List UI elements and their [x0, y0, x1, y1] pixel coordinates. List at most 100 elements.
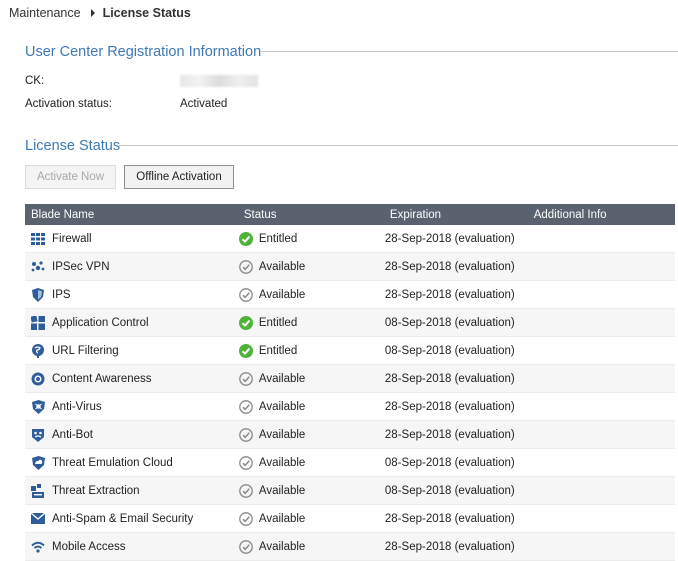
content-awareness-icon: [31, 372, 45, 386]
table-row[interactable]: Mobile Access Available 28-Sep-2018 (evalu…: [25, 532, 675, 561]
status-cell: Available: [237, 420, 384, 449]
available-check-icon: [239, 371, 253, 386]
column-header-blade-name[interactable]: Blade Name: [25, 204, 238, 225]
license-title-text: License Status: [25, 138, 121, 154]
expiration-cell: 28-Sep-2018 (evaluation): [383, 420, 528, 449]
table-row[interactable]: Anti-Bot Available 28-Sep-2018 (evaluation…: [25, 420, 675, 449]
blade-name-ips: IPS: [52, 288, 71, 301]
blade-name-anti-spam-email-security: Anti-Spam & Email Security: [52, 512, 194, 525]
table-row[interactable]: Firewall Entitled 28-Sep-2018 (evaluation): [25, 225, 675, 253]
additional-info-cell: [527, 280, 675, 309]
threat-emulation-icon: [31, 455, 45, 470]
additional-info-cell: [527, 476, 675, 505]
blade-name-cell: Anti-Bot: [25, 420, 238, 449]
breadcrumb-current: License Status: [102, 6, 191, 20]
expiration-text: 28-Sep-2018 (evaluation): [384, 288, 515, 301]
ck-label: CK:: [25, 75, 45, 87]
email-icon: [31, 512, 45, 526]
ck-value-redacted: [180, 75, 258, 87]
blade-name-application-control: Application Control: [52, 316, 149, 329]
status-text: Available: [258, 484, 306, 497]
breadcrumb-parent[interactable]: Maintenance: [9, 6, 81, 20]
status-text: Entitled: [258, 316, 298, 329]
entitled-check-icon: [238, 315, 253, 330]
ips-shield-icon: [31, 287, 45, 302]
column-header-additional-info[interactable]: Additional Info: [527, 204, 675, 225]
registration-section-title: User Center Registration Information: [25, 44, 261, 60]
additional-info-cell: [527, 532, 675, 561]
blade-name-cell: URL Filtering: [25, 336, 238, 365]
table-row[interactable]: Application Control Entitled 08-Sep-2018 (…: [25, 308, 675, 337]
blade-name-cell: IPSec VPN: [25, 252, 238, 281]
expiration-text: 28-Sep-2018 (evaluation): [384, 400, 515, 413]
expiration-cell: 28-Sep-2018 (evaluation): [383, 252, 528, 281]
anti-virus-icon: [31, 399, 45, 414]
activate-now-button[interactable]: Activate Now: [25, 165, 116, 189]
activation-status-value: Activated: [180, 98, 228, 110]
expiration-text: 08-Sep-2018 (evaluation): [384, 344, 515, 357]
status-text: Available: [258, 288, 306, 301]
table-row[interactable]: IPSec VPN Available 28-Sep-2018 (evaluatio…: [25, 252, 675, 281]
additional-info-cell: [527, 308, 675, 337]
expiration-text: 28-Sep-2018 (evaluation): [384, 260, 515, 273]
table-row[interactable]: Threat Extraction Available 08-Sep-2018 (e…: [25, 476, 675, 505]
registration-divider: [260, 51, 678, 52]
additional-info-cell: [527, 504, 675, 533]
status-cell: Entitled: [237, 336, 384, 365]
table-row[interactable]: Content Awareness Available 28-Sep-2018 (e…: [25, 364, 675, 393]
wifi-icon: [31, 540, 45, 554]
expiration-cell: 08-Sep-2018 (evaluation): [383, 336, 528, 365]
expiration-cell: 08-Sep-2018 (evaluation): [383, 448, 528, 477]
status-text: Available: [258, 456, 306, 469]
status-cell: Available: [237, 252, 384, 281]
blade-name-cell: Application Control: [25, 308, 238, 337]
expiration-cell: 08-Sep-2018 (evaluation): [383, 476, 528, 505]
expiration-cell: 28-Sep-2018 (evaluation): [383, 364, 528, 393]
expiration-cell: 28-Sep-2018 (evaluation): [383, 392, 528, 421]
status-text: Entitled: [258, 344, 298, 357]
column-header-expiration[interactable]: Expiration: [383, 204, 528, 225]
blade-name-cell: Anti-Virus: [25, 392, 238, 421]
expiration-text: 28-Sep-2018 (evaluation): [384, 540, 515, 553]
blade-name-anti-bot: Anti-Bot: [52, 428, 93, 441]
app-control-icon: [31, 315, 45, 330]
vpn-icon: [31, 260, 45, 274]
status-cell: Available: [237, 532, 384, 561]
additional-info-cell: [527, 336, 675, 365]
status-cell: Available: [237, 504, 384, 533]
blade-name-cell: Threat Emulation Cloud: [25, 448, 238, 477]
status-cell: Available: [237, 448, 384, 477]
table-row[interactable]: Anti-Spam & Email Security Available 28-Se…: [25, 504, 675, 533]
status-text: Entitled: [258, 232, 298, 245]
blade-name-threat-extraction: Threat Extraction: [52, 484, 140, 497]
blade-name-cell: Threat Extraction: [25, 476, 238, 505]
table-row[interactable]: Threat Emulation Cloud Available 08-Sep-20…: [25, 448, 675, 477]
expiration-cell: 08-Sep-2018 (evaluation): [383, 308, 528, 337]
available-check-icon: [239, 483, 253, 498]
status-cell: Available: [237, 364, 384, 393]
blade-name-anti-virus: Anti-Virus: [52, 400, 102, 413]
offline-activation-button[interactable]: Offline Activation: [124, 165, 234, 189]
license-table: Blade Name Status Expiration Additional …: [25, 204, 675, 561]
blade-name-ipsec-vpn: IPSec VPN: [52, 260, 110, 273]
blade-name-content-awareness: Content Awareness: [52, 372, 152, 385]
available-check-icon: [239, 539, 253, 554]
registration-title-text: User Center Registration Information: [25, 44, 262, 60]
expiration-text: 08-Sep-2018 (evaluation): [384, 456, 515, 469]
table-row[interactable]: URL Filtering Entitled 08-Sep-2018 (evalua…: [25, 336, 675, 365]
status-text: Available: [258, 428, 306, 441]
blade-name-cell: Anti-Spam & Email Security: [25, 504, 238, 533]
available-check-icon: [239, 287, 253, 302]
available-check-icon: [239, 427, 253, 442]
available-check-icon: [239, 259, 253, 274]
blade-name-cell: Content Awareness: [25, 364, 238, 393]
column-header-status[interactable]: Status: [237, 204, 384, 225]
threat-extraction-icon: [31, 483, 45, 498]
expiration-cell: 28-Sep-2018 (evaluation): [383, 504, 528, 533]
additional-info-cell: [527, 392, 675, 421]
table-row[interactable]: Anti-Virus Available 28-Sep-2018 (evaluati…: [25, 392, 675, 421]
blade-name-firewall: Firewall: [52, 232, 92, 245]
table-row[interactable]: IPS Available 28-Sep-2018 (evaluation): [25, 280, 675, 309]
expiration-text: 28-Sep-2018 (evaluation): [384, 512, 515, 525]
expiration-cell: 28-Sep-2018 (evaluation): [383, 225, 528, 253]
